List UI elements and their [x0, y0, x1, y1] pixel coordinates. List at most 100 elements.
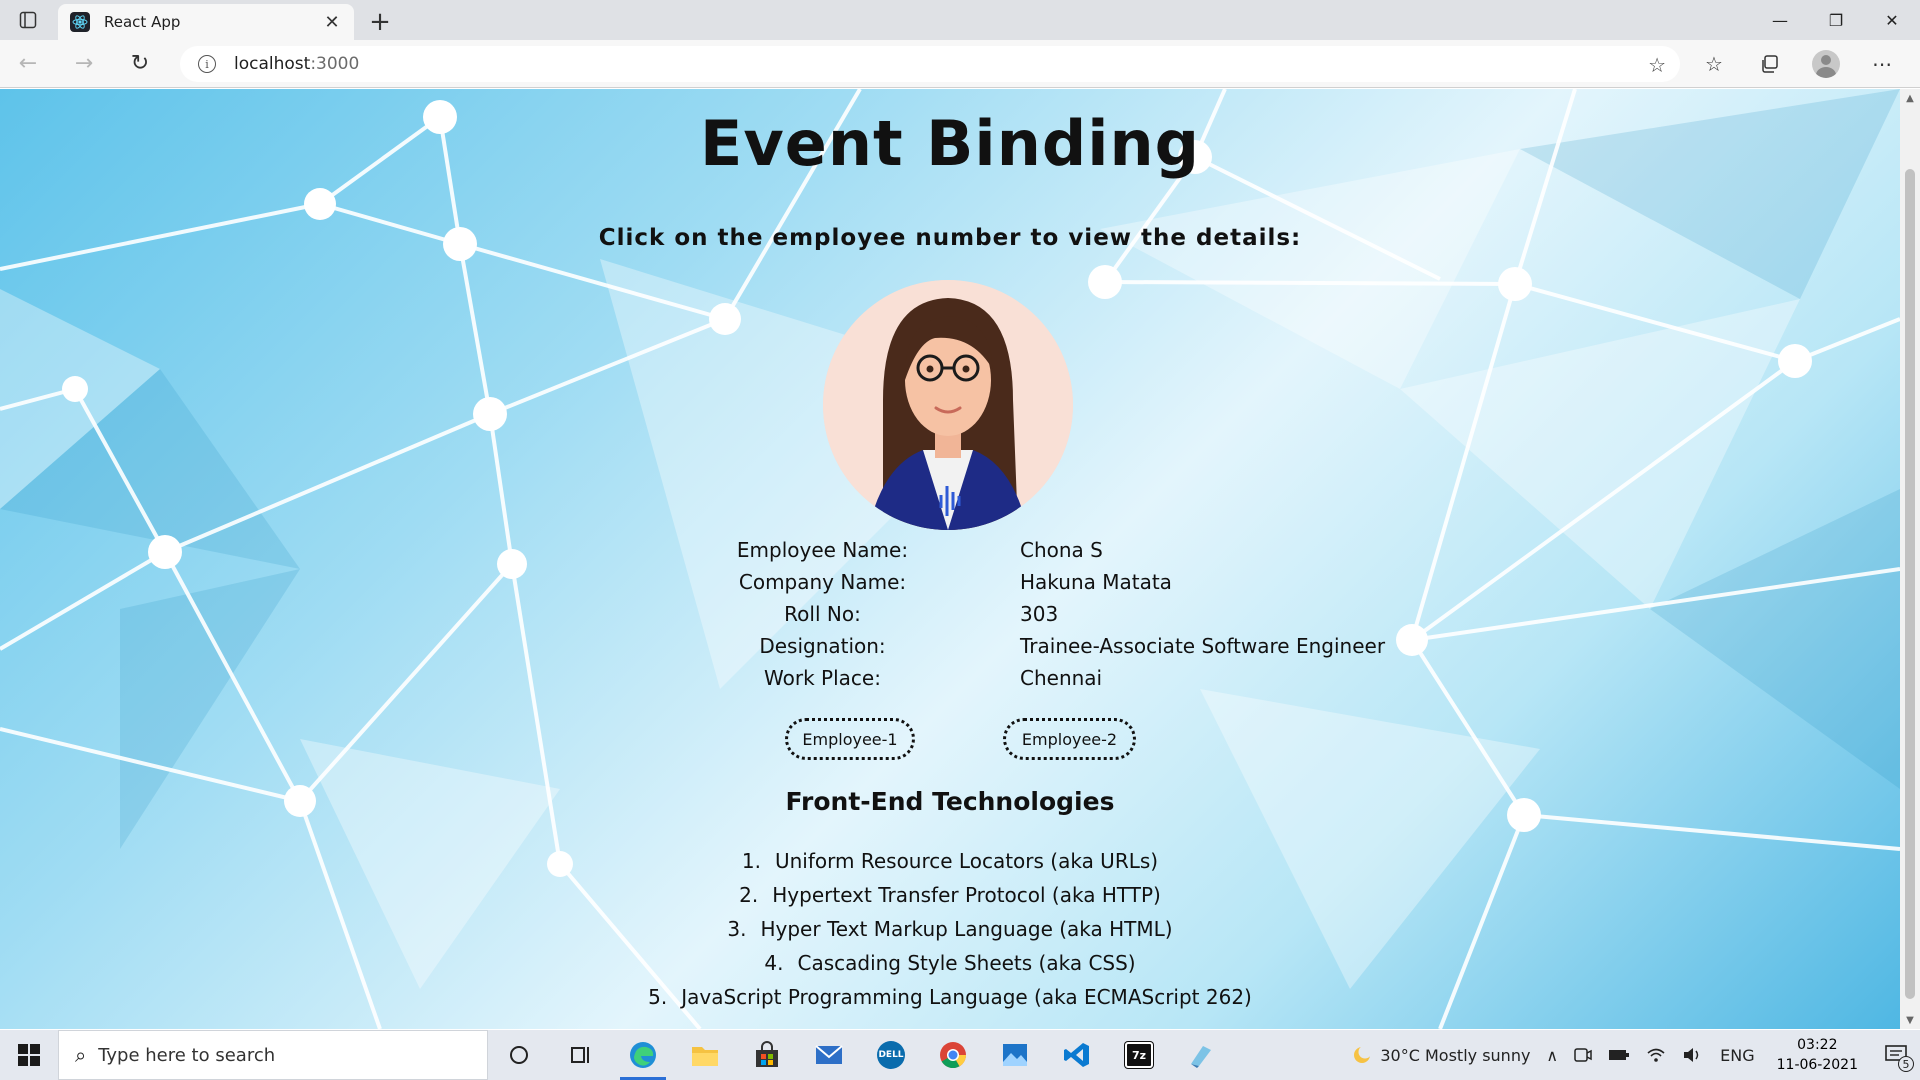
- tab-title: React App: [104, 13, 181, 31]
- language-indicator[interactable]: ENG: [1712, 1030, 1762, 1080]
- window-controls: — ❐ ✕: [1752, 0, 1920, 40]
- scroll-down-icon[interactable]: ▼: [1900, 1011, 1920, 1029]
- back-arrow-icon[interactable]: ←: [0, 40, 56, 88]
- clock-time: 03:22: [1797, 1037, 1838, 1053]
- edge-browser-icon[interactable]: [612, 1030, 674, 1080]
- battery-icon[interactable]: [1600, 1030, 1638, 1080]
- detail-row-name: Employee Name: Chona S: [700, 538, 1400, 570]
- notification-badge: 5: [1898, 1056, 1914, 1072]
- toolbar-right: ☆ ⋯: [1686, 40, 1910, 88]
- list-item-number: 3.: [727, 917, 747, 941]
- browser-toolbar: ← → ↻ i localhost:3000 ☆ ☆ ⋯: [0, 40, 1920, 88]
- scrollbar-thumb[interactable]: [1905, 169, 1915, 999]
- page-scrollbar[interactable]: ▲ ▼: [1900, 89, 1920, 1029]
- site-info-icon[interactable]: i: [198, 55, 216, 73]
- url-text: localhost:3000: [234, 54, 359, 74]
- employee-name-label: Employee Name:: [736, 538, 909, 562]
- detail-row-company: Company Name: Hakuna Matata: [700, 570, 1400, 602]
- search-icon: ⌕: [75, 1043, 87, 1067]
- snipping-tool-icon[interactable]: [1170, 1030, 1232, 1080]
- list-item-text: JavaScript Programming Language (aka ECM…: [681, 985, 1252, 1009]
- address-bar[interactable]: i localhost:3000 ☆: [180, 46, 1680, 82]
- detail-row-workplace: Work Place: Chennai: [700, 666, 1400, 698]
- list-item-text: Hyper Text Markup Language (aka HTML): [760, 917, 1173, 941]
- windows-logo-icon: [18, 1044, 40, 1066]
- browser-titlebar: React App ✕ + — ❐ ✕: [0, 0, 1920, 40]
- file-explorer-icon[interactable]: [674, 1030, 736, 1080]
- list-item-number: 4.: [764, 951, 784, 975]
- list-item-text: Uniform Resource Locators (aka URLs): [774, 849, 1159, 873]
- list-item: 3. Hyper Text Markup Language (aka HTML): [0, 917, 1900, 941]
- tab-actions-icon[interactable]: [0, 0, 56, 40]
- restore-button[interactable]: ❐: [1808, 0, 1864, 40]
- weather-text: 30°C Mostly sunny: [1380, 1045, 1531, 1065]
- company-name-value: Hakuna Matata: [1020, 570, 1172, 594]
- tab-close-icon[interactable]: ✕: [322, 12, 342, 33]
- meet-now-icon[interactable]: [1566, 1030, 1600, 1080]
- taskbar-clock[interactable]: 03:22 11-06-2021: [1763, 1035, 1872, 1075]
- collections-icon[interactable]: [1742, 40, 1798, 88]
- list-item-number: 1.: [741, 849, 761, 873]
- dell-icon[interactable]: DELL: [860, 1030, 922, 1080]
- profile-avatar-icon[interactable]: [1798, 40, 1854, 88]
- list-item: 5. JavaScript Programming Language (aka E…: [0, 985, 1900, 1009]
- chrome-icon[interactable]: [922, 1030, 984, 1080]
- wifi-icon[interactable]: [1638, 1030, 1674, 1080]
- search-placeholder: Type here to search: [98, 1044, 276, 1066]
- photos-icon[interactable]: [984, 1030, 1046, 1080]
- employee-2-button[interactable]: Employee-2: [1003, 718, 1136, 760]
- refresh-icon[interactable]: ↻: [112, 40, 168, 88]
- sun-icon: [1354, 1045, 1372, 1063]
- 7zip-icon[interactable]: 7z: [1108, 1030, 1170, 1080]
- new-tab-button[interactable]: +: [360, 4, 400, 40]
- more-options-icon[interactable]: ⋯: [1854, 40, 1910, 88]
- employee-name-value: Chona S: [1020, 538, 1103, 562]
- cortana-icon[interactable]: [488, 1030, 550, 1080]
- detail-row-designation: Designation: Trainee-Associate Software …: [700, 634, 1400, 666]
- forward-arrow-icon[interactable]: →: [56, 40, 112, 88]
- taskbar-search[interactable]: ⌕ Type here to search: [58, 1030, 488, 1080]
- company-name-label: Company Name:: [738, 570, 907, 594]
- roll-no-label: Roll No:: [784, 602, 861, 626]
- volume-icon[interactable]: [1674, 1030, 1712, 1080]
- app-root: Event Binding Click on the employee numb…: [0, 89, 1900, 1029]
- designation-label: Designation:: [759, 634, 886, 658]
- tech-list-title: Front-End Technologies: [785, 787, 1115, 816]
- minimize-button[interactable]: —: [1752, 0, 1808, 40]
- windows-taskbar: ⌕ Type here to search DELL 7z 30°C Mostl: [0, 1030, 1920, 1080]
- list-item-text: Hypertext Transfer Protocol (aka HTTP): [772, 883, 1161, 907]
- work-place-label: Work Place:: [764, 666, 881, 690]
- show-hidden-icons-icon[interactable]: ∧: [1538, 1030, 1566, 1080]
- notifications-icon[interactable]: 5: [1872, 1030, 1920, 1080]
- add-favorite-icon[interactable]: ☆: [1648, 53, 1666, 77]
- work-place-value: Chennai: [1020, 666, 1103, 690]
- weather-widget[interactable]: 30°C Mostly sunny: [1342, 1030, 1538, 1080]
- task-view-icon[interactable]: [550, 1030, 612, 1080]
- employee-1-button[interactable]: Employee-1: [785, 718, 915, 760]
- store-icon[interactable]: [736, 1030, 798, 1080]
- url-port: :3000: [310, 54, 360, 74]
- browser-tab[interactable]: React App ✕: [58, 4, 354, 40]
- page-subtitle: Click on the employee number to view the…: [598, 225, 1302, 251]
- list-item: 1. Uniform Resource Locators (aka URLs): [0, 849, 1900, 873]
- list-item-text: Cascading Style Sheets (aka CSS): [797, 951, 1136, 975]
- system-tray: 30°C Mostly sunny ∧ ENG 03:22 11-06-2021…: [1342, 1030, 1920, 1080]
- mail-icon[interactable]: [798, 1030, 860, 1080]
- page-title: Event Binding: [700, 107, 1200, 180]
- list-item-number: 5.: [648, 985, 668, 1009]
- favorites-icon[interactable]: ☆: [1686, 40, 1742, 88]
- clock-date: 11-06-2021: [1776, 1057, 1858, 1073]
- scroll-up-icon[interactable]: ▲: [1900, 89, 1920, 107]
- page-viewport: Event Binding Click on the employee numb…: [0, 89, 1900, 1029]
- react-favicon-icon: [70, 12, 90, 32]
- designation-value: Trainee-Associate Software Engineer: [1020, 634, 1386, 658]
- roll-no-value: 303: [1020, 602, 1059, 626]
- url-host: localhost: [234, 54, 311, 74]
- list-item: 4. Cascading Style Sheets (aka CSS): [0, 951, 1900, 975]
- employee-avatar: [823, 280, 1073, 530]
- close-window-button[interactable]: ✕: [1864, 0, 1920, 40]
- vscode-icon[interactable]: [1046, 1030, 1108, 1080]
- list-item: 2. Hypertext Transfer Protocol (aka HTTP): [0, 883, 1900, 907]
- list-item-number: 2.: [739, 883, 759, 907]
- start-button[interactable]: [0, 1030, 58, 1080]
